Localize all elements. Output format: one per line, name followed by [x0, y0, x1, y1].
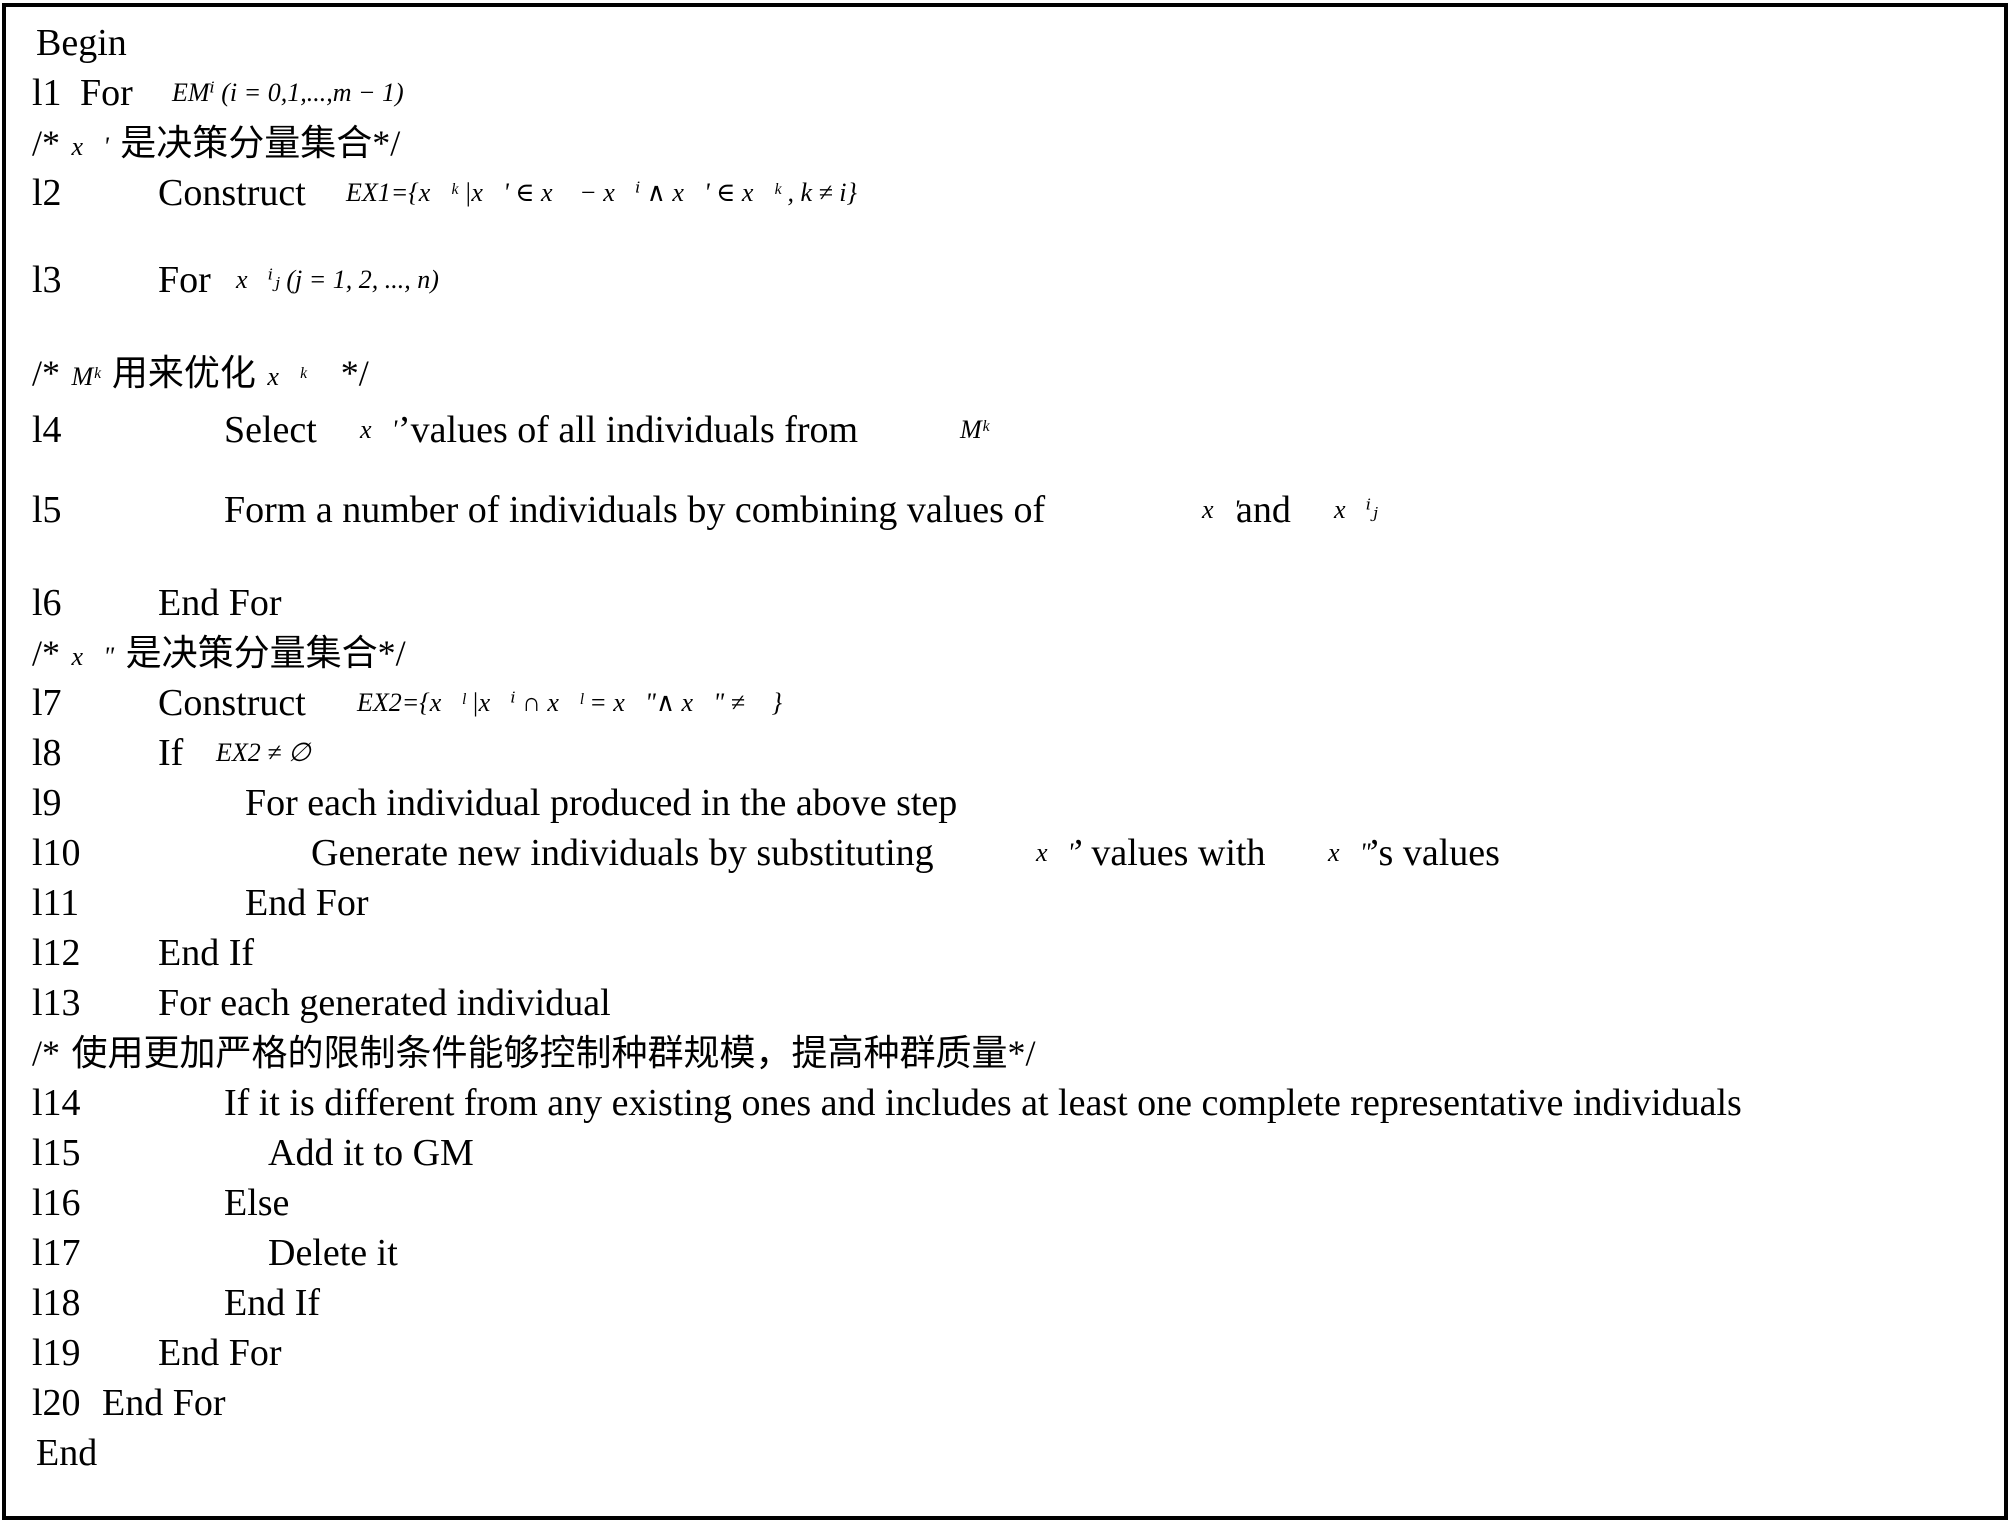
keyword-end-for: End For: [158, 582, 282, 624]
line-number: l6: [32, 582, 62, 624]
line-number: l5: [32, 489, 62, 531]
keyword-end-if: End If: [224, 1282, 321, 1324]
math-expression: EMⁱ (i = 0,1,...,m − 1): [172, 78, 404, 107]
line-number: l12: [32, 932, 81, 974]
line-number: l1: [32, 72, 62, 114]
comment-open: /*: [32, 633, 61, 673]
line-number: l3: [32, 259, 62, 301]
keyword-begin: Begin: [36, 22, 127, 64]
line-number: l4: [32, 409, 62, 451]
comment-open: /*: [32, 1033, 61, 1073]
comment: /* Mᵏ 用来优化 x⃗ᵏ */: [32, 348, 369, 402]
comment-math: Mᵏ: [71, 362, 101, 391]
line-number: l19: [32, 1332, 81, 1374]
math-expression: EX2={x⃗ˡ |x⃗ⁱ ∩ x⃗ˡ = x⃗"∧ x⃗" ≠ ∅}: [357, 688, 783, 717]
comment-close: */: [1007, 1033, 1036, 1073]
keyword-for: For: [158, 259, 211, 301]
comment-text: 使用更加严格的限制条件能够控制种群规模，提高种群质量: [71, 1033, 1008, 1074]
line-number: l13: [32, 982, 81, 1024]
keyword-else: Else: [224, 1182, 290, 1224]
keyword-and: and: [1236, 489, 1291, 531]
keyword-construct: Construct: [158, 682, 306, 724]
keyword-end-for: End For: [245, 882, 369, 924]
comment-text: 是决策分量集合: [120, 123, 373, 164]
comment-text: 是决策分量集合: [125, 633, 378, 674]
comment-math: x⃗": [71, 642, 115, 671]
comment-close: */: [372, 123, 401, 163]
math-symbol: x⃗': [360, 415, 398, 444]
line-number: l9: [32, 782, 62, 824]
statement-text: ’values of all individuals from: [398, 409, 859, 451]
math-symbol: x⃗ⁱⱼ: [1334, 495, 1378, 524]
comment-text: 用来优化: [111, 353, 256, 394]
statement-text: Generate new individuals by substituting: [311, 832, 934, 874]
math-expression: x⃗ⁱⱼ (j = 1, 2, ..., n): [236, 265, 439, 294]
math-symbol: x⃗': [1036, 838, 1074, 867]
comment-close: */: [340, 353, 369, 393]
statement-text: For each individual produced in the abov…: [245, 782, 958, 824]
keyword-end: End: [36, 1432, 98, 1474]
comment: /* x⃗" 是决策分量集合*/: [32, 628, 406, 682]
statement-text: Add it to GM: [268, 1132, 474, 1174]
line-number: l8: [32, 732, 62, 774]
math-symbol: x⃗": [1328, 838, 1371, 867]
comment-math: x⃗': [71, 132, 109, 161]
comment: /* x⃗' 是决策分量集合*/: [32, 118, 400, 172]
line-number: l11: [32, 882, 80, 924]
line-number: l20: [32, 1382, 81, 1424]
statement-text: ’ values with: [1072, 832, 1266, 874]
math-expression: EX2 ≠ ∅: [216, 738, 311, 767]
statement-text: Form a number of individuals by combinin…: [224, 489, 1046, 531]
math-symbol: x⃗': [1202, 495, 1240, 524]
comment-open: /*: [32, 353, 61, 393]
line-number: l17: [32, 1232, 81, 1274]
keyword-select: Select: [224, 409, 317, 451]
math-expression: EX1={x⃗ᵏ |x⃗' ∈ x⃗ − x⃗ⁱ ∧ x⃗' ∈ x⃗ᵏ , k…: [346, 178, 857, 207]
keyword-for: For: [80, 72, 133, 114]
keyword-construct: Construct: [158, 172, 306, 214]
comment: /* 使用更加严格的限制条件能够控制种群规模，提高种群质量*/: [32, 1028, 1036, 1079]
line-number: l14: [32, 1082, 81, 1124]
math-symbol: Mᵏ: [960, 415, 989, 444]
line-number: l7: [32, 682, 62, 724]
line-number: l16: [32, 1182, 81, 1224]
line-number: l15: [32, 1132, 81, 1174]
line-number: l18: [32, 1282, 81, 1324]
keyword-end-for: End For: [102, 1382, 226, 1424]
keyword-end-if: End If: [158, 932, 255, 974]
statement-text: For each generated individual: [158, 982, 611, 1024]
keyword-end-for: End For: [158, 1332, 282, 1374]
statement-text: If it is different from any existing one…: [224, 1082, 1742, 1124]
line-number: l10: [32, 832, 81, 874]
comment-close: */: [377, 633, 406, 673]
line-number: l2: [32, 172, 62, 214]
comment-open: /*: [32, 123, 61, 163]
comment-math: x⃗ᵏ: [267, 362, 307, 391]
statement-text: ’s values: [1368, 832, 1500, 874]
statement-text: Delete it: [268, 1232, 398, 1274]
keyword-if: If: [158, 732, 184, 774]
